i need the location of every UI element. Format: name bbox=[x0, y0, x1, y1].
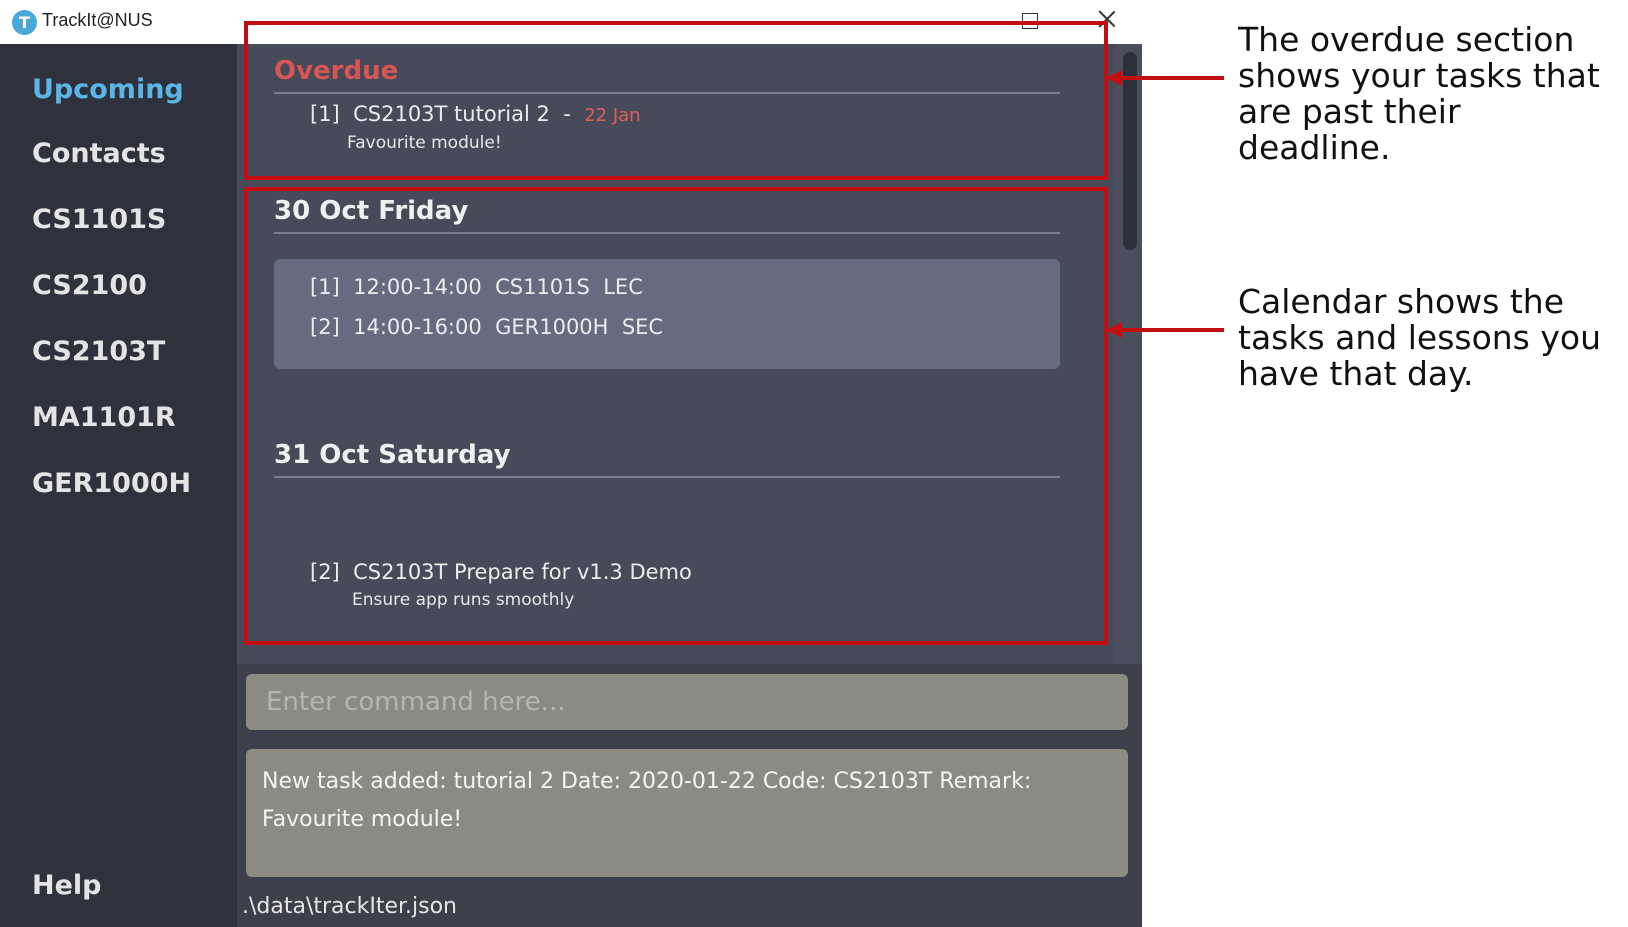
command-input[interactable]: Enter command here... bbox=[246, 674, 1128, 730]
app-logo-icon: T bbox=[12, 10, 37, 35]
arrow-icon bbox=[1106, 322, 1224, 338]
sidebar-item-ma1101r[interactable]: MA1101R bbox=[32, 402, 176, 433]
window-title: TrackIt@NUS bbox=[42, 10, 153, 30]
result-display: New task added: tutorial 2 Date: 2020-01… bbox=[246, 749, 1128, 877]
sidebar-item-cs2103t[interactable]: CS2103T bbox=[32, 336, 165, 367]
calendar-highlight-box bbox=[244, 187, 1108, 645]
sidebar-item-help[interactable]: Help bbox=[32, 870, 102, 901]
sidebar-item-cs2100[interactable]: CS2100 bbox=[32, 270, 147, 301]
overdue-annotation: The overdue section shows your tasks tha… bbox=[1238, 20, 1600, 167]
calendar-annotation: Calendar shows the tasks and lessons you… bbox=[1238, 282, 1601, 393]
overdue-highlight-box bbox=[244, 21, 1108, 180]
sidebar-item-upcoming[interactable]: Upcoming bbox=[32, 74, 184, 105]
sidebar-item-contacts[interactable]: Contacts bbox=[32, 138, 166, 169]
sidebar: Upcoming Contacts CS1101S CS2100 CS2103T… bbox=[0, 44, 237, 927]
status-bar-path: .\data\trackIter.json bbox=[242, 894, 458, 919]
arrow-icon bbox=[1106, 70, 1224, 86]
sidebar-item-ger1000h[interactable]: GER1000H bbox=[32, 468, 191, 499]
sidebar-item-cs1101s[interactable]: CS1101S bbox=[32, 204, 166, 235]
